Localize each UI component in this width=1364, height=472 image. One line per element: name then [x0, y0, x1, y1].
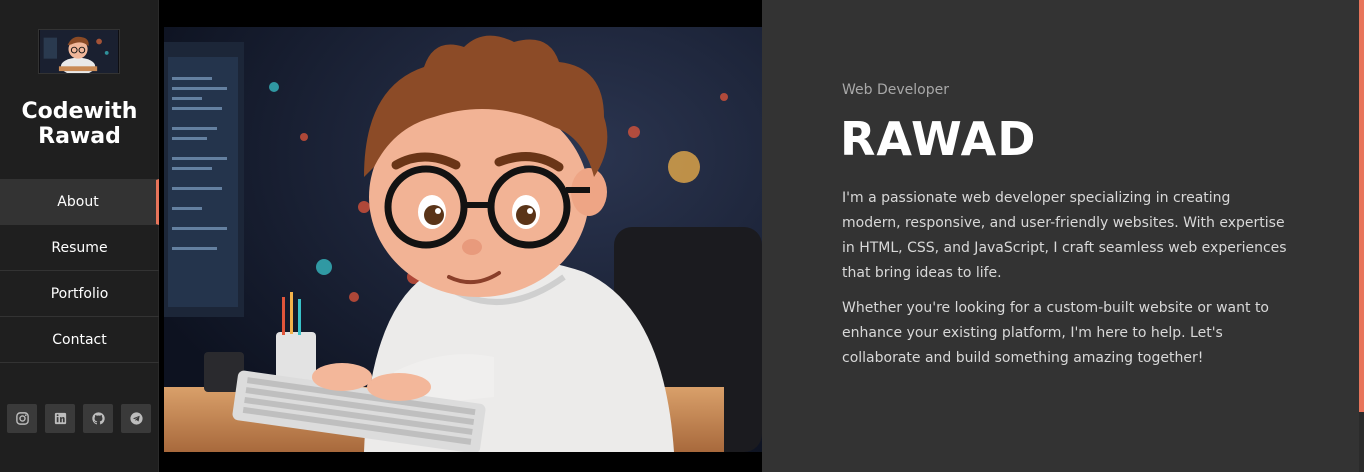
intro-paragraph: I'm a passionate web developer specializ…	[842, 190, 1287, 281]
app: Codewith Rawad About Resume Portfolio Co…	[0, 0, 1364, 472]
nav-item-contact[interactable]: Contact	[0, 317, 159, 363]
logo-avatar[interactable]	[38, 29, 120, 74]
nav-item-resume[interactable]: Resume	[0, 225, 159, 271]
sidebar: Codewith Rawad About Resume Portfolio Co…	[0, 0, 159, 472]
github-icon	[91, 412, 105, 425]
nav-item-about[interactable]: About	[0, 179, 159, 225]
linkedin-icon	[54, 412, 66, 425]
telegram-icon	[129, 412, 143, 425]
developer-illustration	[164, 27, 762, 452]
cta-paragraph: Whether you're looking for a custom-buil…	[842, 300, 1269, 366]
social-links	[7, 404, 151, 433]
telegram-link[interactable]	[121, 404, 151, 433]
brand-title: Codewith Rawad	[21, 99, 138, 149]
hero-name: RAWAD	[840, 112, 1037, 166]
github-link[interactable]	[83, 404, 113, 433]
instagram-icon	[15, 412, 29, 425]
scrollbar-thumb[interactable]	[1359, 0, 1364, 412]
instagram-link[interactable]	[7, 404, 37, 433]
scrollbar-track[interactable]	[1359, 412, 1364, 472]
about-content: Web Developer RAWAD I'm a passionate web…	[762, 0, 1359, 472]
linkedin-link[interactable]	[45, 404, 75, 433]
hero-image-panel	[159, 0, 762, 472]
nav-item-portfolio[interactable]: Portfolio	[0, 271, 159, 317]
main-nav: About Resume Portfolio Contact	[0, 179, 159, 363]
avatar-illustration	[39, 30, 119, 73]
role-subtitle: Web Developer	[842, 82, 949, 98]
